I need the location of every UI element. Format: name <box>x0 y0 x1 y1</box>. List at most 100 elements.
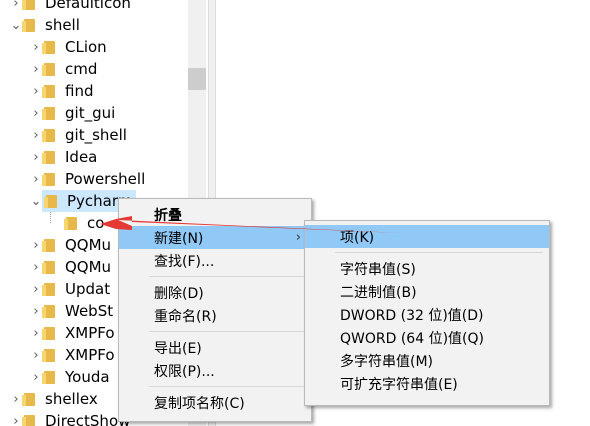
chevron-right-icon[interactable]: › <box>30 168 42 190</box>
menu-item-new[interactable]: 新建(N) › <box>119 226 311 249</box>
tree-item-label: Powershell <box>65 170 146 188</box>
tree-item-label: QQMu <box>65 236 112 254</box>
tree-item-label: WebSt <box>65 302 114 320</box>
tree-item-git-gui[interactable]: › git_gui <box>30 102 119 124</box>
folder-icon <box>22 414 37 426</box>
folder-icon <box>42 128 57 142</box>
folder-icon <box>42 150 57 164</box>
chevron-right-icon[interactable]: › <box>10 0 22 14</box>
scrollbar-thumb[interactable] <box>188 68 206 90</box>
chevron-down-icon[interactable]: ⌄ <box>10 14 22 36</box>
tree-item-directshow[interactable]: › DirectShow <box>10 410 134 426</box>
chevron-right-icon[interactable]: › <box>30 80 42 102</box>
tree-item-label: Defaulticon <box>45 0 131 12</box>
tree-item-label: shellex <box>45 390 98 408</box>
tree-item-label: XMPFo <box>65 324 115 342</box>
chevron-right-icon[interactable]: › <box>10 410 22 426</box>
folder-icon <box>22 392 37 406</box>
tree-connector <box>50 212 51 223</box>
chevron-down-icon[interactable]: ⌄ <box>30 190 42 212</box>
tree-item-webst[interactable]: › WebSt <box>30 300 117 322</box>
submenu-item-key[interactable]: 项(K) <box>305 225 549 248</box>
chevron-right-icon[interactable]: › <box>30 36 42 58</box>
tree-item-label: Updat <box>65 280 111 298</box>
folder-icon <box>42 348 57 362</box>
folder-icon <box>42 326 57 340</box>
tree-item-defaulticon[interactable]: › Defaulticon <box>10 0 135 14</box>
tree-item-qqmu-2[interactable]: › QQMu <box>30 256 115 278</box>
folder-icon <box>42 282 57 296</box>
tree-item-qqmu-1[interactable]: › QQMu <box>30 234 115 256</box>
tree-item-label: find <box>65 82 94 100</box>
tree-item-find[interactable]: › find <box>30 80 97 102</box>
menu-separator <box>149 276 305 277</box>
tree-item-label: CLion <box>65 38 107 56</box>
tree-item-powershell[interactable]: › Powershell <box>30 168 149 190</box>
tree-item-idea[interactable]: › Idea <box>30 146 101 168</box>
menu-item-collapse[interactable]: 折叠 <box>119 203 311 226</box>
tree-item-shell[interactable]: ⌄ shell <box>10 14 84 36</box>
submenu-item-binary-value[interactable]: 二进制值(B) <box>305 280 549 303</box>
chevron-right-icon[interactable]: › <box>30 322 42 344</box>
tree-item-label: git_shell <box>65 126 127 144</box>
tree-item-youda[interactable]: › Youda <box>30 366 114 388</box>
tree-item-xmpfo-1[interactable]: › XMPFo <box>30 322 119 344</box>
chevron-right-icon[interactable]: › <box>30 256 42 278</box>
tree-item-label: shell <box>45 16 80 34</box>
menu-item-delete[interactable]: 删除(D) <box>119 281 311 304</box>
chevron-right-icon[interactable]: › <box>30 124 42 146</box>
submenu-item-string-value[interactable]: 字符串值(S) <box>305 257 549 280</box>
menu-item-export[interactable]: 导出(E) <box>119 336 311 359</box>
tree-item-co[interactable]: co <box>64 212 108 234</box>
chevron-right-icon: › <box>295 230 301 245</box>
tree-item-clion[interactable]: › CLion <box>30 36 111 58</box>
folder-icon <box>22 0 37 10</box>
submenu-item-expandable-string-value[interactable]: 可扩充字符串值(E) <box>305 372 549 395</box>
tree-item-xmpfo-2[interactable]: › XMPFo <box>30 344 119 366</box>
tree-item-label: Idea <box>65 148 98 166</box>
tree-item-shellex[interactable]: › shellex <box>10 388 102 410</box>
folder-icon <box>42 260 57 274</box>
tree-item-label: git_gui <box>65 104 116 122</box>
folder-icon <box>42 40 57 54</box>
folder-icon <box>42 238 57 252</box>
chevron-right-icon[interactable]: › <box>30 300 42 322</box>
chevron-right-icon[interactable]: › <box>30 366 42 388</box>
menu-separator <box>149 331 305 332</box>
submenu-item-multi-string-value[interactable]: 多字符串值(M) <box>305 349 549 372</box>
menu-item-permissions[interactable]: 权限(P)... <box>119 359 311 382</box>
tree-item-cmd[interactable]: › cmd <box>30 58 101 80</box>
tree-item-label: co <box>87 214 105 232</box>
chevron-right-icon[interactable]: › <box>10 388 22 410</box>
menu-item-rename[interactable]: 重命名(R) <box>119 304 311 327</box>
chevron-right-icon[interactable]: › <box>30 344 42 366</box>
chevron-right-icon[interactable]: › <box>30 58 42 80</box>
tree-item-label: QQMu <box>65 258 112 276</box>
tree-item-git-shell[interactable]: › git_shell <box>30 124 131 146</box>
folder-icon <box>42 84 57 98</box>
submenu-item-dword-value[interactable]: DWORD (32 位)值(D) <box>305 303 549 326</box>
folder-icon <box>22 18 37 32</box>
tree-item-label: Youda <box>65 368 110 386</box>
chevron-right-icon[interactable]: › <box>30 278 42 300</box>
chevron-right-icon[interactable]: › <box>30 234 42 256</box>
tree-item-label: cmd <box>65 60 98 78</box>
chevron-right-icon[interactable]: › <box>30 102 42 124</box>
context-menu: 折叠 新建(N) › 查找(F)... 删除(D) 重命名(R) 导出(E) 权… <box>118 198 312 422</box>
menu-item-find[interactable]: 查找(F)... <box>119 249 311 272</box>
menu-separator <box>335 252 543 253</box>
folder-icon <box>44 194 59 208</box>
submenu-item-qword-value[interactable]: QWORD (64 位)值(Q) <box>305 326 549 349</box>
folder-icon <box>42 62 57 76</box>
chevron-right-icon[interactable]: › <box>30 146 42 168</box>
folder-icon <box>42 106 57 120</box>
menu-item-copy-key-name[interactable]: 复制项名称(C) <box>119 391 311 414</box>
folder-icon <box>42 370 57 384</box>
folder-icon <box>64 216 79 230</box>
new-submenu: 项(K) 字符串值(S) 二进制值(B) DWORD (32 位)值(D) QW… <box>304 220 550 406</box>
menu-separator <box>149 386 305 387</box>
tree-item-label: XMPFo <box>65 346 115 364</box>
tree-item-updat[interactable]: › Updat <box>30 278 114 300</box>
folder-icon <box>42 304 57 318</box>
folder-icon <box>42 172 57 186</box>
